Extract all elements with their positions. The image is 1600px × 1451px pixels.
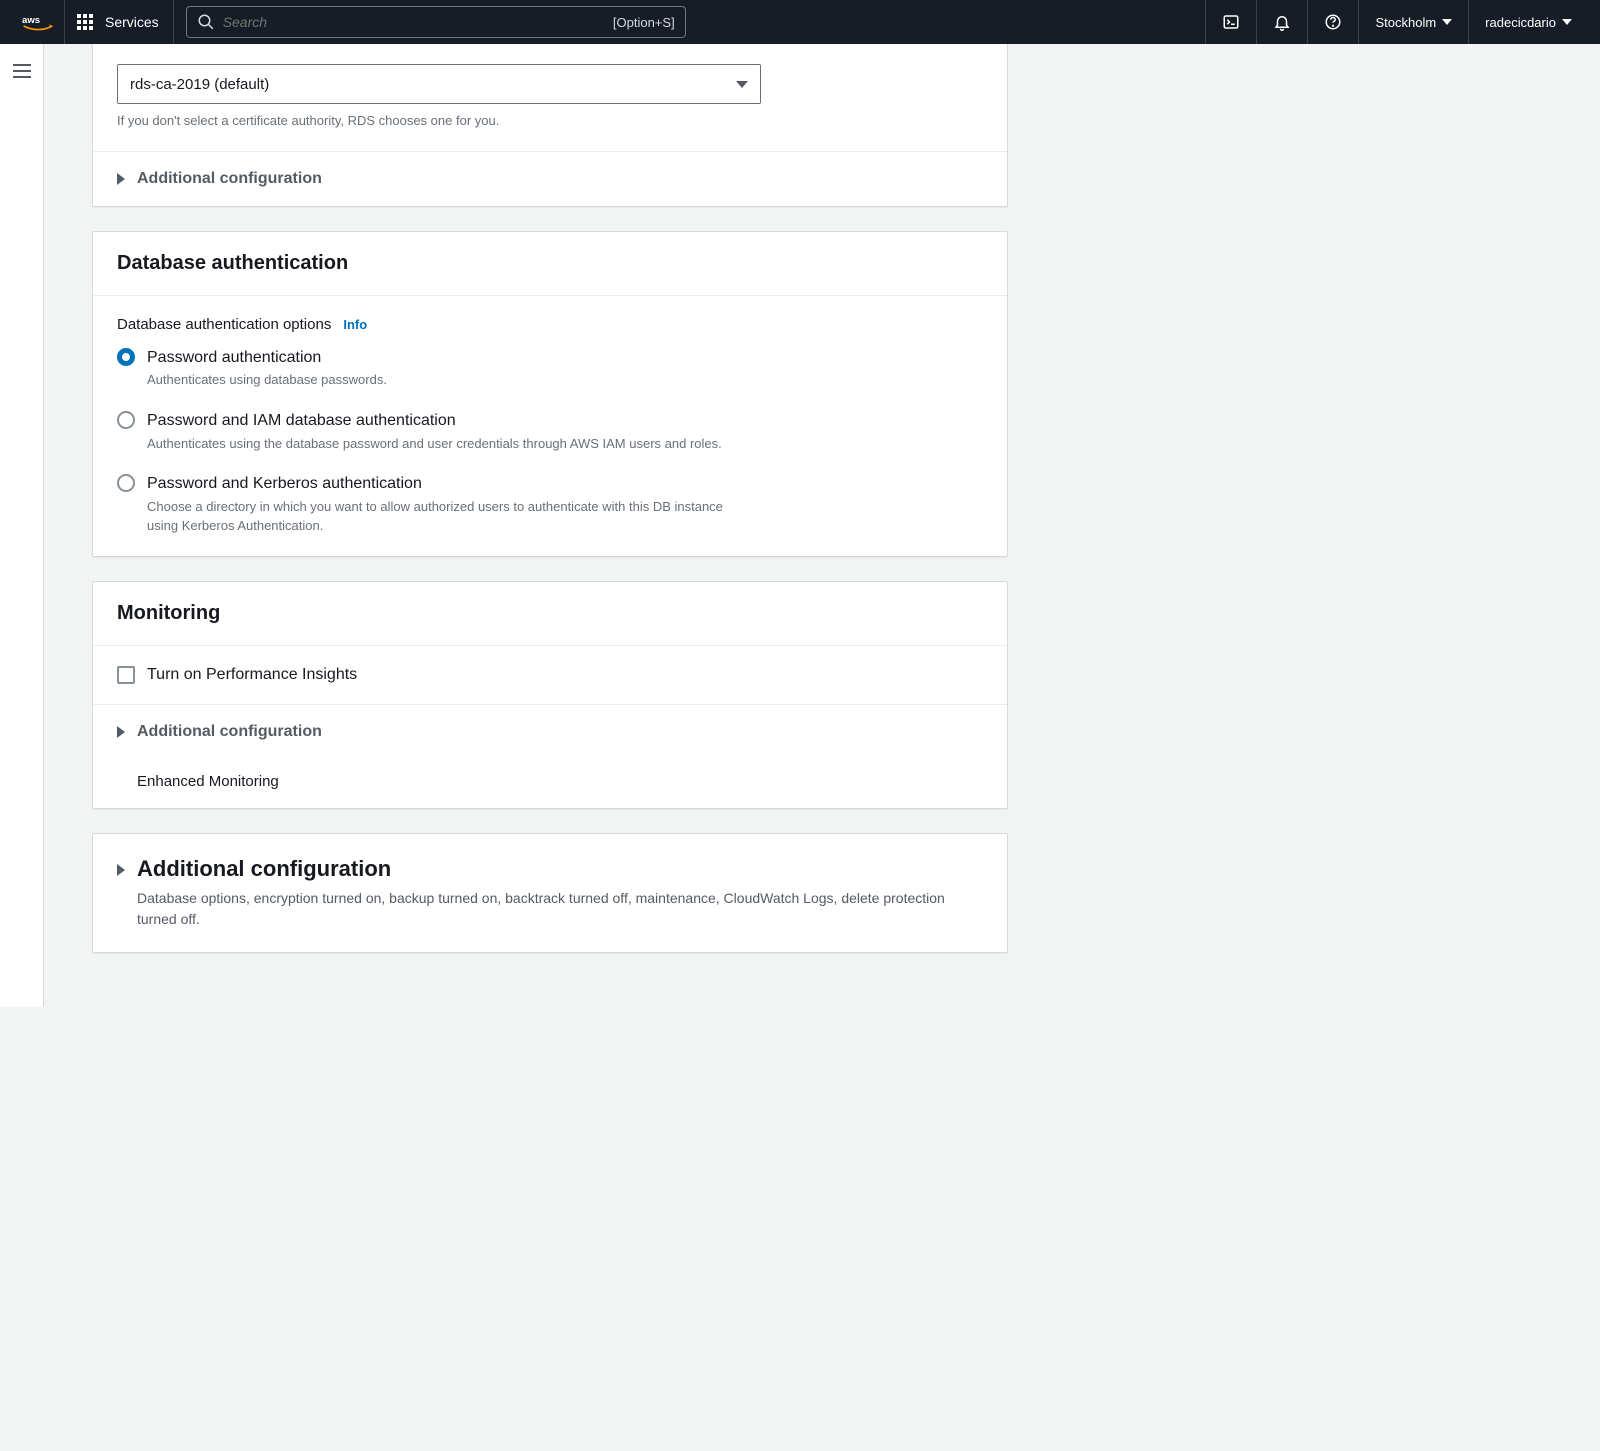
additional-configuration-big-label: Additional configuration: [137, 856, 957, 882]
search-shortcut: [Option+S]: [613, 15, 675, 30]
db-auth-radio-group: Password authentication Authenticates us…: [117, 347, 757, 536]
chevron-right-icon: [117, 864, 125, 876]
svg-text:aws: aws: [22, 15, 40, 26]
chevron-down-icon: [736, 81, 748, 88]
chevron-down-icon: [1562, 19, 1572, 25]
radio-icon: [117, 474, 135, 492]
chevron-right-icon: [117, 726, 125, 738]
radio-password-auth[interactable]: Password authentication Authenticates us…: [117, 347, 757, 390]
radio-desc: Authenticates using the database passwor…: [147, 434, 722, 454]
info-link[interactable]: Info: [343, 317, 367, 332]
notifications-button[interactable]: [1256, 0, 1307, 44]
certificate-selected-value: rds-ca-2019 (default): [130, 76, 269, 93]
radio-password-iam-auth[interactable]: Password and IAM database authentication…: [117, 410, 757, 453]
checkbox-icon: [117, 666, 135, 684]
aws-logo[interactable]: aws: [12, 0, 65, 44]
additional-configuration-big-desc: Database options, encryption turned on, …: [137, 888, 957, 930]
help-button[interactable]: [1307, 0, 1358, 44]
region-selector[interactable]: Stockholm: [1358, 0, 1468, 44]
database-authentication-panel: Database authentication Database authent…: [92, 231, 1008, 557]
certificate-authority-panel: rds-ca-2019 (default) If you don't selec…: [92, 44, 1008, 207]
search-input[interactable]: [215, 14, 613, 30]
radio-desc: Choose a directory in which you want to …: [147, 497, 757, 536]
certificate-authority-select[interactable]: rds-ca-2019 (default): [117, 64, 761, 104]
additional-configuration-big-toggle[interactable]: Additional configuration Database option…: [93, 834, 1007, 952]
user-label: radecicdario: [1485, 15, 1556, 30]
search-icon: [197, 13, 215, 31]
aws-logo-icon: aws: [22, 12, 54, 32]
monitoring-header: Monitoring: [117, 602, 983, 625]
performance-insights-label: Turn on Performance Insights: [147, 666, 357, 684]
radio-icon: [117, 411, 135, 429]
additional-configuration-panel: Additional configuration Database option…: [92, 833, 1008, 953]
db-auth-header: Database authentication: [117, 252, 983, 275]
help-icon: [1324, 13, 1342, 31]
monitoring-additional-config-label: Additional configuration: [137, 723, 322, 741]
side-nav-toggle[interactable]: [0, 44, 44, 1007]
radio-icon: [117, 348, 135, 366]
performance-insights-checkbox[interactable]: Turn on Performance Insights: [117, 666, 983, 684]
monitoring-additional-config-toggle[interactable]: Additional configuration Enhanced Monito…: [93, 705, 1007, 808]
grid-icon: [77, 14, 93, 30]
terminal-icon: [1222, 13, 1240, 31]
chevron-down-icon: [1442, 19, 1452, 25]
services-menu-button[interactable]: [65, 0, 105, 44]
services-label[interactable]: Services: [105, 0, 174, 44]
account-menu[interactable]: radecicdario: [1468, 0, 1588, 44]
radio-title: Password and Kerberos authentication: [147, 473, 757, 495]
bell-icon: [1273, 13, 1291, 31]
radio-password-kerberos-auth[interactable]: Password and Kerberos authentication Cho…: [117, 473, 757, 536]
region-label: Stockholm: [1375, 15, 1436, 30]
global-search[interactable]: [Option+S]: [186, 6, 686, 38]
additional-configuration-toggle[interactable]: Additional configuration: [93, 152, 1007, 206]
hamburger-icon: [13, 64, 31, 78]
chevron-right-icon: [117, 173, 125, 185]
top-navigation: aws Services [Option+S] S: [0, 0, 1600, 44]
radio-title: Password and IAM database authentication: [147, 410, 722, 432]
radio-title: Password authentication: [147, 347, 387, 369]
monitoring-panel: Monitoring Turn on Performance Insights …: [92, 581, 1008, 809]
additional-configuration-label: Additional configuration: [137, 170, 322, 188]
cloudshell-button[interactable]: [1205, 0, 1256, 44]
radio-desc: Authenticates using database passwords.: [147, 370, 387, 390]
enhanced-monitoring-label: Enhanced Monitoring: [117, 773, 279, 790]
db-auth-options-label: Database authentication options: [117, 316, 331, 333]
main-content: rds-ca-2019 (default) If you don't selec…: [44, 44, 1600, 1007]
certificate-help-text: If you don't select a certificate author…: [117, 112, 983, 131]
